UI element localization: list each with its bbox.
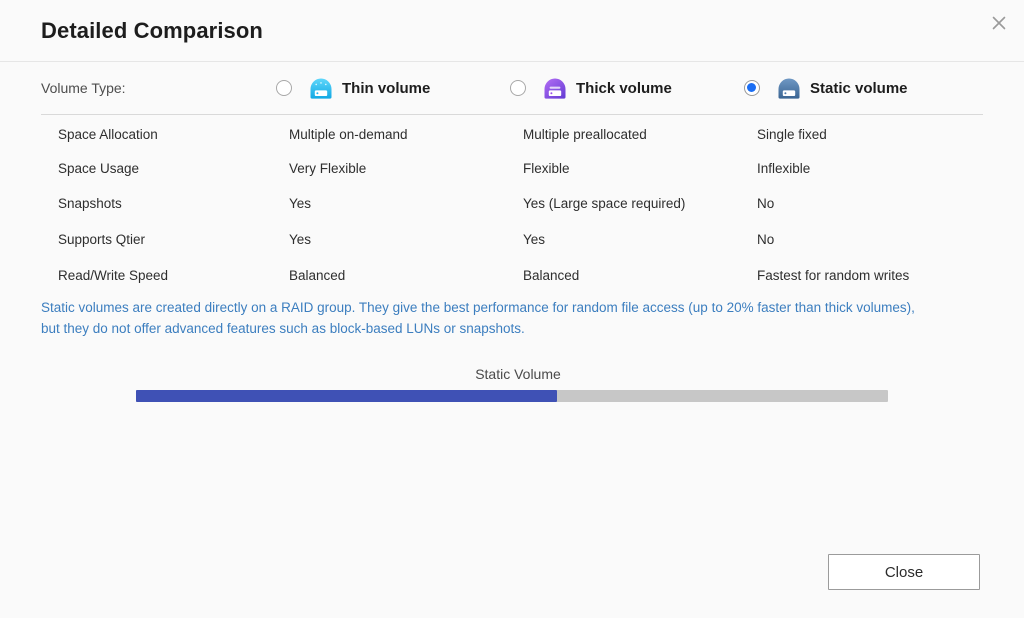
row-value-static: Fastest for random writes: [757, 268, 910, 284]
table-row: Read/Write Speed Balanced Balanced Faste…: [41, 258, 983, 294]
row-value-static: Inflexible: [757, 160, 811, 176]
row-value-thin: Balanced: [289, 268, 346, 284]
row-value-thick: Multiple preallocated: [523, 127, 647, 143]
row-value-static: No: [757, 232, 775, 248]
table-row: Supports Qtier Yes Yes No: [41, 222, 983, 258]
table-row: Space Allocation Multiple on-demand Mult…: [41, 115, 983, 151]
row-value-static: No: [757, 196, 775, 212]
volume-type-label-thin: Thin volume: [342, 79, 431, 97]
volume-type-label-static: Static volume: [810, 79, 908, 97]
row-attribute: Space Usage: [58, 160, 140, 176]
row-value-thick: Balanced: [523, 268, 580, 284]
row-value-thick: Yes: [523, 232, 546, 248]
row-value-thin: Very Flexible: [289, 160, 367, 176]
row-attribute: Snapshots: [58, 196, 122, 212]
row-value-thin: Yes: [289, 196, 312, 212]
comparison-table: Space Allocation Multiple on-demand Mult…: [41, 114, 983, 293]
detailed-comparison-dialog: Detailed Comparison Volume Type: Thin vo…: [0, 0, 1024, 618]
radio-static-volume[interactable]: [744, 80, 760, 96]
volume-type-label-thick: Thick volume: [576, 79, 672, 97]
diagram-caption: Static Volume: [475, 366, 561, 383]
comparison-table-wrap: Space Allocation Multiple on-demand Mult…: [0, 114, 1024, 293]
volume-type-option-thin[interactable]: Thin volume: [276, 78, 510, 99]
close-icon[interactable]: [984, 8, 1014, 38]
volume-usage-fill: [136, 390, 558, 403]
description-text: Static volumes are created directly on a…: [41, 300, 915, 337]
row-value-static: Single fixed: [757, 127, 827, 143]
volume-usage-track: [136, 390, 888, 403]
static-volume-icon: [777, 78, 801, 99]
row-attribute: Space Allocation: [58, 127, 158, 143]
table-row: Space Usage Very Flexible Flexible Infle…: [41, 150, 983, 186]
volume-type-row: Volume Type: Thin volume Thick volume St…: [0, 62, 1024, 114]
volume-diagram: Static Volume RAID: [0, 340, 1024, 450]
radio-thick-volume[interactable]: [510, 80, 526, 96]
radio-thin-volume[interactable]: [276, 80, 292, 96]
table-row: Snapshots Yes Yes (Large space required)…: [41, 186, 983, 222]
volume-type-label: Volume Type:: [41, 80, 126, 96]
page-title: Detailed Comparison: [41, 17, 263, 43]
row-attribute: Supports Qtier: [58, 232, 146, 248]
close-button[interactable]: Close: [828, 554, 980, 590]
volume-type-option-thick[interactable]: Thick volume: [510, 78, 744, 99]
volume-type-options: Thin volume Thick volume Static volume: [276, 78, 983, 99]
volume-type-option-static[interactable]: Static volume: [744, 78, 908, 99]
row-attribute: Read/Write Speed: [58, 268, 169, 284]
dialog-footer: Close: [0, 554, 1024, 618]
row-value-thick: Yes (Large space required): [523, 196, 686, 212]
thick-volume-icon: [543, 78, 567, 99]
thin-volume-icon: [309, 78, 333, 99]
dialog-header: Detailed Comparison: [0, 0, 1024, 62]
row-value-thin: Yes: [289, 232, 312, 248]
row-value-thin: Multiple on-demand: [289, 127, 408, 143]
row-value-thick: Flexible: [523, 160, 570, 176]
